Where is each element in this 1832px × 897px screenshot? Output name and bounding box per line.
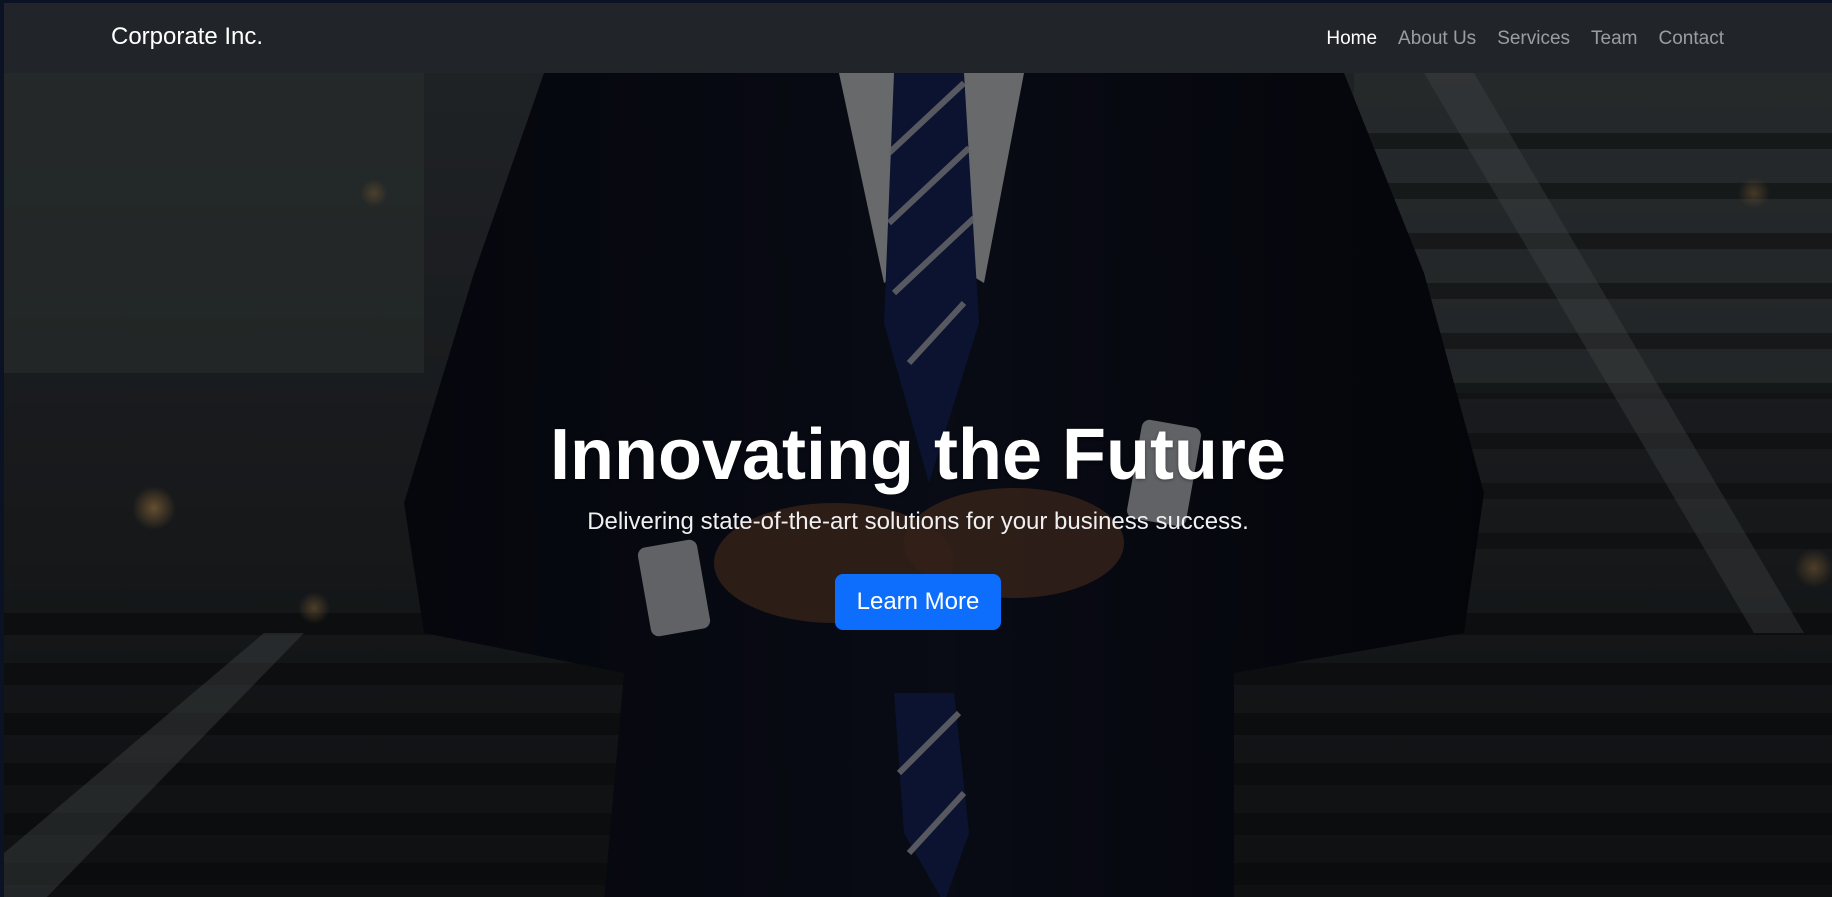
page-frame: Corporate Inc. Home About Us Services Te… (0, 0, 1832, 897)
hero-title: Innovating the Future (550, 415, 1286, 495)
nav-link-about[interactable]: About Us (1398, 28, 1476, 49)
nav-link-services[interactable]: Services (1497, 28, 1570, 49)
nav-link-home[interactable]: Home (1326, 28, 1377, 49)
nav-item-team: Team (1591, 28, 1637, 50)
learn-more-button[interactable]: Learn More (834, 573, 1002, 630)
nav-item-contact: Contact (1659, 28, 1724, 50)
navbar: Corporate Inc. Home About Us Services Te… (4, 3, 1832, 73)
hero-content: Innovating the Future Delivering state-o… (4, 415, 1832, 630)
nav-links: Home About Us Services Team Contact (1326, 28, 1724, 50)
nav-item-services: Services (1497, 28, 1570, 50)
nav-link-team[interactable]: Team (1591, 28, 1637, 49)
nav-link-contact[interactable]: Contact (1659, 28, 1724, 49)
hero-subtitle: Delivering state-of-the-art solutions fo… (587, 507, 1249, 535)
brand-logo-link[interactable]: Corporate Inc. (111, 23, 263, 51)
hero-section: Innovating the Future Delivering state-o… (4, 73, 1832, 897)
nav-item-about: About Us (1398, 28, 1476, 50)
nav-item-home: Home (1326, 28, 1377, 50)
